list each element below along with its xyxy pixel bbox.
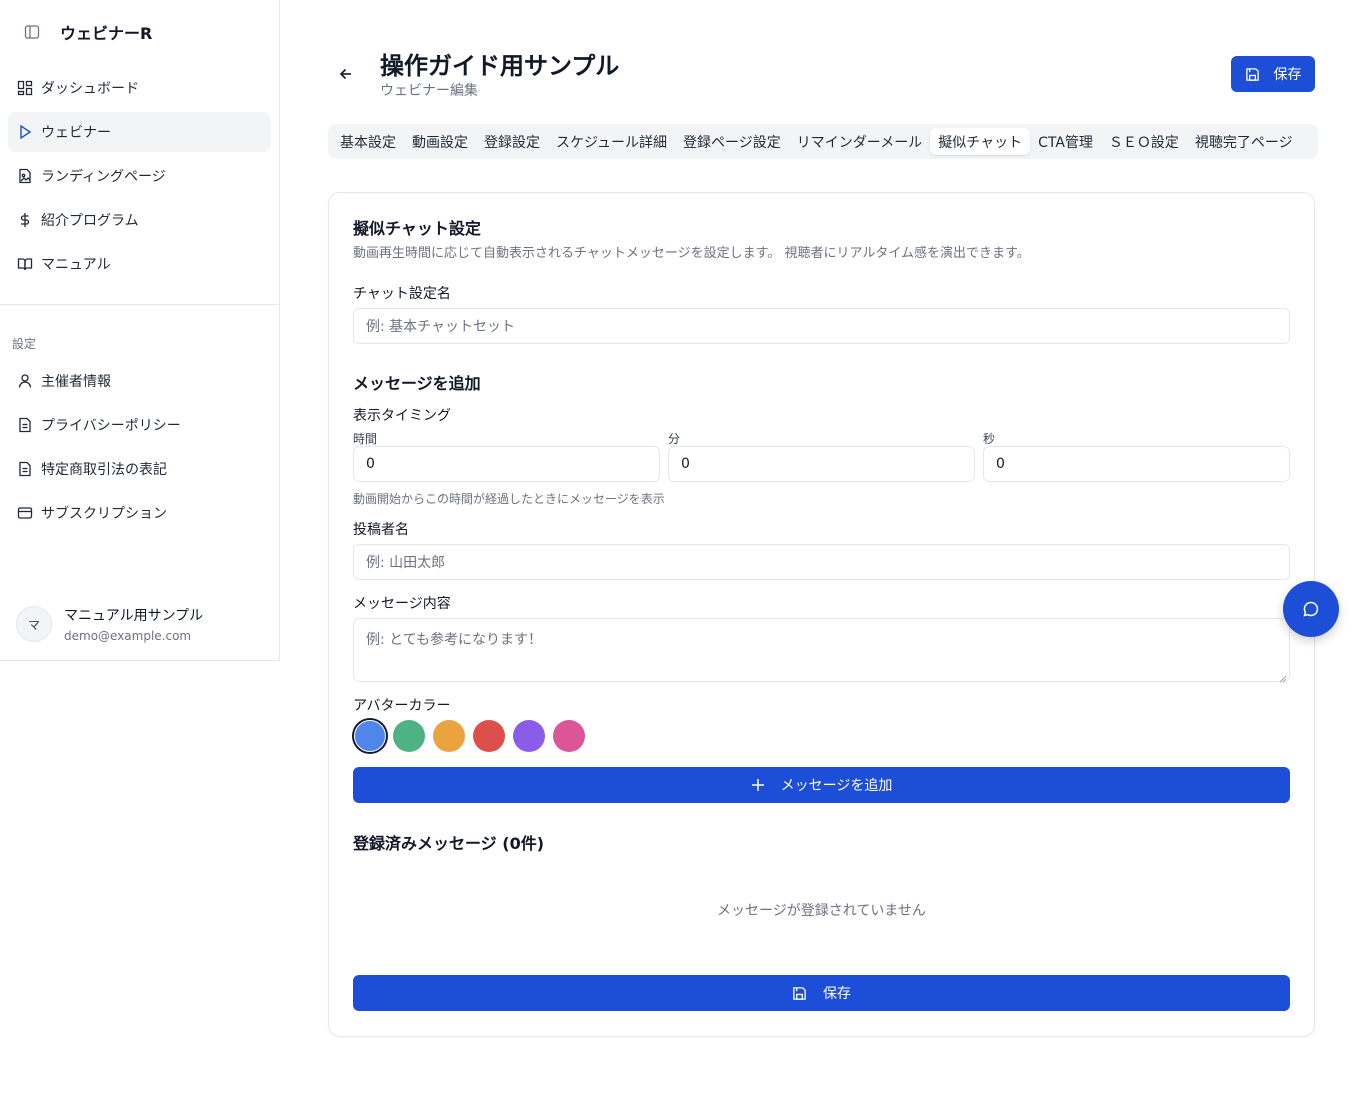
tab-bar: 基本設定 動画設定 登録設定 スケジュール詳細 登録ページ設定 リマインダーメー…	[328, 124, 1318, 159]
message-textarea[interactable]: 例: とても参考になります！	[353, 618, 1290, 683]
hours-label: 時間	[353, 432, 378, 446]
user-icon	[17, 373, 33, 389]
sidebar-item-commerce-law[interactable]: 特定商取引法の表記	[8, 449, 271, 489]
chat-name-input[interactable]: 例: 基本チャットセット	[353, 308, 1290, 344]
seconds-input[interactable]: 0	[983, 446, 1290, 482]
user-profile[interactable]: マ マニュアル用サンプル demo@example.com	[16, 605, 203, 643]
message-label: メッセージ内容	[353, 596, 451, 612]
tab-basic-settings[interactable]: 基本設定	[332, 128, 404, 155]
sidebar-item-manual[interactable]: マニュアル	[8, 244, 271, 284]
avatar-color-blue[interactable]	[354, 720, 386, 752]
avatar-color-green[interactable]	[393, 720, 425, 752]
avatar-color-orange[interactable]	[433, 720, 465, 752]
add-message-button-label: メッセージを追加	[780, 778, 893, 794]
sidebar-item-label: サブスクリプション	[41, 506, 167, 522]
document-icon	[17, 417, 33, 433]
save-bottom-button-label: 保存	[823, 986, 851, 1002]
sidebar-item-organizer[interactable]: 主催者情報	[8, 361, 271, 401]
user-email: demo@example.com	[64, 629, 192, 643]
avatar: マ	[16, 606, 52, 642]
add-message-button[interactable]: メッセージを追加	[353, 767, 1290, 803]
sidebar-item-label: ランディングページ	[41, 169, 166, 185]
plus-icon	[751, 778, 765, 792]
credit-card-icon	[17, 505, 33, 521]
sidebar-item-referral[interactable]: 紹介プログラム	[8, 200, 271, 240]
sidebar-item-privacy[interactable]: プライバシーポリシー	[8, 405, 271, 445]
message-placeholder: 例: とても参考になります！	[366, 632, 543, 648]
minutes-label: 分	[668, 432, 681, 446]
save-icon	[1245, 67, 1260, 82]
sidebar-item-label: 特定商取引法の表記	[41, 462, 167, 478]
document-icon	[17, 461, 33, 477]
avatar-color-label: アバターカラー	[353, 698, 451, 714]
chat-bubble-icon	[1302, 600, 1320, 618]
resize-handle-icon[interactable]	[1279, 671, 1287, 683]
sidebar-item-label: 紹介プログラム	[41, 213, 139, 229]
sidebar-header: ウェビナーR	[22, 20, 152, 44]
tab-registration-page[interactable]: 登録ページ設定	[675, 128, 789, 155]
user-name: マニュアル用サンプル	[64, 608, 204, 624]
brand-name: ウェビナーR	[60, 24, 153, 43]
sidebar-item-label: ダッシュボード	[41, 81, 139, 97]
back-arrow-icon[interactable]	[334, 62, 358, 86]
card-title: 擬似チャット設定	[353, 219, 481, 238]
empty-state-text: メッセージが登録されていません	[717, 903, 926, 919]
card-description: 動画再生時間に応じて自動表示されるチャットメッセージを設定します。 視聴者にリア…	[353, 246, 1030, 261]
play-icon	[17, 124, 33, 140]
tab-pseudo-chat[interactable]: 擬似チャット	[930, 128, 1031, 155]
tab-video-settings[interactable]: 動画設定	[404, 128, 476, 155]
timing-label: 表示タイミング	[353, 408, 451, 424]
dashboard-icon	[17, 80, 33, 96]
save-button-label: 保存	[1273, 67, 1302, 83]
registered-messages-title: 登録済みメッセージ (0件)	[353, 834, 545, 853]
chat-name-label: チャット設定名	[353, 286, 451, 302]
tab-schedule-details[interactable]: スケジュール詳細	[548, 128, 675, 155]
sidebar: ウェビナーR ダッシュボード ウェビナー ランディングページ 紹介プログラム マ…	[0, 0, 280, 661]
save-icon	[792, 986, 807, 1001]
sidebar-item-dashboard[interactable]: ダッシュボード	[8, 68, 271, 108]
avatar-color-pink[interactable]	[553, 720, 585, 752]
sidebar-section-label: 設定	[12, 337, 37, 351]
chat-fab-button[interactable]	[1283, 581, 1339, 637]
author-input[interactable]: 例: 山田太郎	[353, 544, 1290, 580]
minutes-input[interactable]: 0	[668, 446, 975, 482]
pseudo-chat-card: 擬似チャット設定 動画再生時間に応じて自動表示されるチャットメッセージを設定しま…	[328, 192, 1315, 1037]
hours-input[interactable]: 0	[353, 446, 660, 482]
sidebar-divider	[0, 304, 280, 305]
page-title: 操作ガイド用サンプル	[380, 52, 620, 80]
timing-hint: 動画開始からこの時間が経過したときにメッセージを表示	[353, 492, 665, 506]
sidebar-item-label: マニュアル	[41, 257, 111, 273]
avatar-color-purple[interactable]	[513, 720, 545, 752]
sidebar-item-webinar[interactable]: ウェビナー	[8, 112, 271, 152]
tab-cta[interactable]: CTA管理	[1030, 128, 1101, 155]
book-icon	[17, 256, 33, 272]
save-bottom-button[interactable]: 保存	[353, 975, 1290, 1011]
sidebar-item-label: ウェビナー	[41, 125, 111, 141]
dollar-icon	[17, 212, 33, 228]
page-subtitle: ウェビナー編集	[380, 83, 478, 99]
sidebar-item-landing-page[interactable]: ランディングページ	[8, 156, 271, 196]
seconds-label: 秒	[983, 432, 996, 446]
tab-completion-page[interactable]: 視聴完了ページ	[1187, 128, 1301, 155]
sidebar-item-label: 主催者情報	[41, 374, 111, 390]
sidebar-item-label: プライバシーポリシー	[41, 418, 181, 434]
tab-seo[interactable]: ＳＥＯ設定	[1101, 128, 1187, 155]
sidebar-item-subscription[interactable]: サブスクリプション	[8, 493, 271, 533]
author-label: 投稿者名	[353, 522, 409, 538]
tab-registration-settings[interactable]: 登録設定	[476, 128, 548, 155]
tab-reminder-email[interactable]: リマインダーメール	[789, 128, 930, 155]
sidebar-toggle-icon[interactable]	[22, 22, 42, 42]
add-message-title: メッセージを追加	[353, 374, 481, 393]
avatar-color-red[interactable]	[473, 720, 505, 752]
save-button[interactable]: 保存	[1231, 56, 1315, 92]
file-image-icon	[17, 168, 33, 184]
